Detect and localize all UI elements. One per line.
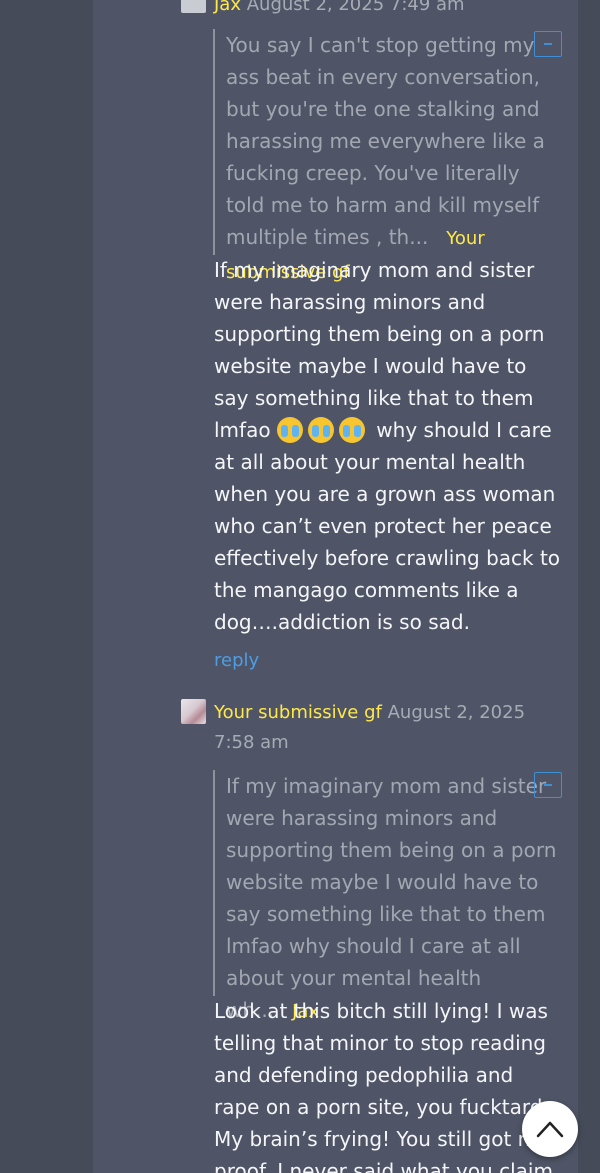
comment-body: Look at this bitch still lying! I was te… <box>214 995 564 1173</box>
minus-collapse-icon <box>544 43 552 45</box>
reply-link[interactable]: reply <box>214 650 259 671</box>
avatar[interactable] <box>181 699 206 724</box>
comment-header: Jax August 2, 2025 7:49 am <box>214 0 554 20</box>
collapse-quote-button[interactable] <box>534 31 562 57</box>
loudly-crying-face-icon <box>276 417 303 443</box>
comment-author[interactable]: Jax <box>214 0 241 15</box>
chevron-up-icon <box>536 1121 564 1138</box>
quoted-comment: If my imaginary mom and sister were hara… <box>213 770 563 1022</box>
avatar[interactable] <box>181 0 206 13</box>
loudly-crying-face-icon <box>307 417 334 443</box>
comment-text: Look at this bitch still lying! I was te… <box>214 999 560 1173</box>
quote-text: If my imaginary mom and sister were hara… <box>226 774 557 1022</box>
scroll-to-top-button[interactable] <box>522 1101 578 1157</box>
comment-author[interactable]: Your submissive gf <box>214 702 382 723</box>
collapse-quote-button[interactable] <box>534 772 562 798</box>
comment-text-continued: why should I care at all about your ment… <box>214 418 561 634</box>
minus-collapse-icon <box>544 784 552 786</box>
comment-timestamp: August 2, 2025 7:49 am <box>246 0 465 15</box>
quoted-comment: You say I can't stop getting my ass beat… <box>213 29 563 283</box>
loudly-crying-face-icon <box>338 417 365 443</box>
comment-text: If my imaginary mom and sister were hara… <box>214 258 545 442</box>
comment-header: Your submissive gf August 2, 2025 7:58 a… <box>214 698 554 758</box>
comment-body: If my imaginary mom and sister were hara… <box>214 254 564 638</box>
quote-text: You say I can't stop getting my ass beat… <box>226 33 545 249</box>
